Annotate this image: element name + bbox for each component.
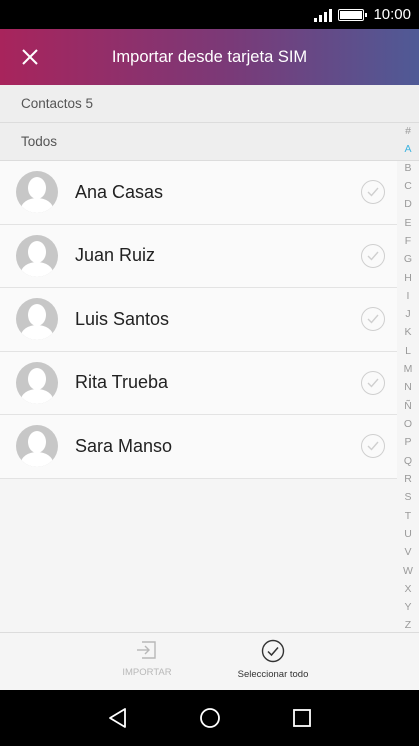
contacts-count-header: Contactos 5 — [0, 85, 419, 123]
alphabet-index[interactable]: # A B C D E F G H I J K L M N Ñ O P Q R … — [397, 126, 419, 631]
select-checkbox[interactable] — [361, 434, 385, 458]
select-checkbox[interactable] — [361, 370, 385, 395]
index-letter-v[interactable]: V — [404, 547, 411, 558]
recents-button[interactable] — [288, 704, 316, 732]
contact-name: Sara Manso — [75, 435, 173, 456]
close-button[interactable] — [0, 29, 60, 85]
index-letter-f[interactable]: F — [405, 236, 411, 247]
index-letter-i[interactable]: I — [407, 291, 410, 302]
check-icon — [367, 251, 379, 261]
index-letter-hash[interactable]: # — [405, 126, 411, 137]
group-label: Todos — [21, 134, 58, 149]
import-button[interactable]: IMPORTAR — [108, 639, 186, 678]
contact-row[interactable]: Rita Trueba — [0, 351, 397, 415]
index-letter-m[interactable]: M — [404, 364, 413, 375]
select-checkbox[interactable] — [361, 307, 385, 331]
group-header: Todos — [0, 123, 419, 161]
recents-square-icon — [293, 709, 311, 727]
index-letter-n[interactable]: N — [404, 382, 412, 393]
back-triangle-icon — [109, 708, 126, 728]
check-circle-icon — [261, 639, 285, 663]
select-checkbox[interactable] — [361, 180, 385, 204]
close-icon — [22, 49, 38, 65]
check-icon — [367, 378, 379, 388]
index-letter-a[interactable]: A — [404, 144, 411, 155]
index-letter-u[interactable]: U — [404, 529, 412, 540]
index-letter-q[interactable]: Q — [404, 456, 412, 467]
index-letter-x[interactable]: X — [404, 584, 411, 595]
avatar — [16, 425, 58, 468]
index-letter-e[interactable]: E — [404, 218, 411, 229]
index-letter-d[interactable]: D — [404, 199, 412, 210]
app-bar: Importar desde tarjeta SIM — [0, 29, 419, 85]
navigation-bar — [0, 690, 419, 746]
index-letter-h[interactable]: H — [404, 272, 412, 284]
contact-row[interactable]: Luis Santos — [0, 288, 397, 352]
index-letter-b[interactable]: B — [404, 163, 411, 174]
import-label: IMPORTAR — [122, 667, 172, 678]
avatar — [16, 171, 58, 214]
index-letter-t[interactable]: T — [405, 511, 411, 522]
status-time: 10:00 — [373, 6, 411, 23]
select-all-button[interactable]: Seleccionar todo — [224, 639, 322, 680]
check-icon — [367, 441, 379, 451]
avatar — [16, 234, 58, 277]
index-letter-z[interactable]: Z — [405, 620, 411, 631]
index-letter-p[interactable]: P — [404, 437, 411, 448]
contact-name: Luis Santos — [75, 308, 170, 329]
contact-name: Rita Trueba — [75, 372, 169, 393]
index-letter-s[interactable]: S — [404, 492, 411, 503]
home-button[interactable] — [196, 704, 224, 732]
contact-name: Juan Ruiz — [75, 245, 156, 266]
index-letter-k[interactable]: K — [404, 327, 411, 338]
check-icon — [367, 187, 379, 197]
index-letter-j[interactable]: J — [405, 309, 410, 320]
signal-icon — [314, 8, 333, 22]
check-icon — [367, 314, 379, 324]
select-checkbox[interactable] — [361, 243, 385, 268]
bottom-action-bar: IMPORTAR Seleccionar todo — [0, 632, 419, 690]
avatar — [16, 298, 58, 341]
contact-row[interactable]: Juan Ruiz — [0, 224, 397, 288]
page-title: Importar desde tarjeta SIM — [111, 47, 308, 66]
contact-row[interactable]: Ana Casas — [0, 161, 397, 225]
index-letter-g[interactable]: G — [404, 254, 412, 265]
contact-row[interactable]: Sara Manso — [0, 415, 397, 479]
index-letter-y[interactable]: Y — [404, 602, 411, 613]
home-circle-icon — [200, 708, 220, 728]
back-button[interactable] — [104, 704, 132, 732]
index-letter-w[interactable]: W — [403, 565, 413, 577]
avatar — [16, 361, 58, 404]
contact-name: Ana Casas — [75, 181, 164, 202]
contacts-count-label: Contactos 5 — [21, 96, 94, 111]
import-icon — [137, 641, 156, 659]
status-bar: 10:00 — [0, 0, 419, 29]
index-letter-l[interactable]: L — [405, 346, 411, 357]
index-letter-o[interactable]: O — [404, 419, 412, 430]
battery-icon — [338, 8, 368, 21]
index-letter-c[interactable]: C — [404, 181, 412, 192]
index-letter-r[interactable]: R — [404, 474, 412, 485]
index-letter-enye[interactable]: Ñ — [404, 401, 412, 412]
select-all-label: Seleccionar todo — [237, 669, 309, 680]
contact-list: Ana Casas Juan Ruiz Luis Santos Rita Tru… — [0, 161, 397, 479]
